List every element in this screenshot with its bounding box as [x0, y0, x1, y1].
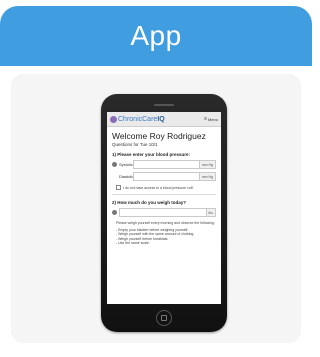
app-card: App ChronicCareIQ ≡ Menu Welcome Roy Rod… — [0, 0, 312, 357]
weight-unit: lbs — [205, 209, 215, 216]
logo-prefix: Chronic — [118, 115, 143, 123]
menu-button[interactable]: ≡ Menu — [204, 116, 218, 122]
diastolic-label: Diastolic — [119, 174, 135, 179]
menu-label: Menu — [207, 116, 218, 122]
diastolic-row: Diastolic mm Hg — [112, 172, 216, 181]
question-blood-pressure: 1) Please enter your blood pressure: — [112, 152, 191, 157]
bullet-item: - Use the same scale. — [116, 241, 150, 246]
no-cuff-row[interactable]: I do not have access to a blood pressure… — [116, 185, 216, 190]
logo-icon — [110, 115, 117, 123]
app-bar: ChronicCareIQ ≡ Menu — [107, 112, 221, 127]
hamburger-icon: ≡ — [204, 116, 207, 122]
logo-suffix: Care — [142, 115, 158, 123]
question-weight: 2) How much do you weigh today? — [112, 200, 187, 205]
diastolic-unit: mm Hg — [198, 173, 215, 180]
no-cuff-label: I do not have access to a blood pressure… — [123, 185, 194, 190]
help-icon[interactable] — [112, 210, 117, 215]
weight-row: lbs — [112, 208, 216, 217]
systolic-unit: mm Hg — [198, 161, 215, 168]
systolic-input[interactable]: mm Hg — [133, 160, 216, 169]
systolic-row: Systolic mm Hg — [112, 160, 216, 169]
phone-speaker — [154, 104, 174, 106]
diastolic-input[interactable]: mm Hg — [133, 172, 216, 181]
card-title: App — [0, 6, 312, 66]
systolic-label: Systolic — [119, 162, 133, 167]
phone-mockup: ChronicCareIQ ≡ Menu Welcome Roy Rodrigu… — [101, 94, 227, 332]
no-cuff-checkbox[interactable] — [116, 185, 121, 190]
logo-iq: IQ — [157, 115, 165, 123]
questions-subtitle: Questions for Tue 10/1 — [112, 142, 158, 147]
screen-content: Welcome Roy Rodriguez Questions for Tue … — [107, 127, 221, 246]
app-logo: ChronicCareIQ — [110, 115, 165, 123]
home-button — [156, 310, 172, 326]
welcome-heading: Welcome Roy Rodriguez — [112, 131, 206, 141]
weigh-bullets: - Empty your bladder before weighing you… — [116, 228, 216, 246]
divider — [112, 194, 216, 195]
weight-input[interactable]: lbs — [119, 208, 216, 217]
phone-screen: ChronicCareIQ ≡ Menu Welcome Roy Rodrigu… — [107, 112, 221, 304]
help-icon[interactable] — [112, 162, 117, 167]
weigh-instructions: Please weigh yourself every morning and … — [116, 221, 215, 225]
